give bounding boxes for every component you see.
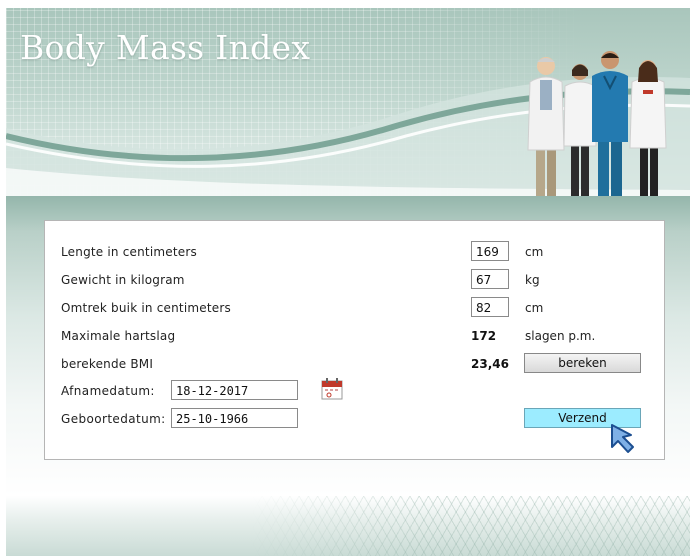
afnamedatum-input[interactable]: 18-12-2017 xyxy=(171,380,298,400)
gewicht-input[interactable]: 67 xyxy=(471,269,509,289)
lengte-label: Lengte in centimeters xyxy=(61,245,197,259)
afnamedatum-label: Afnamedatum: xyxy=(61,384,155,398)
hartslag-label: Maximale hartslag xyxy=(61,329,176,343)
arrow-cursor-icon xyxy=(611,424,634,453)
bmi-label: berekende BMI xyxy=(61,357,154,371)
doctors-illustration xyxy=(527,51,667,200)
header-banner: Body Mass Index xyxy=(6,8,690,200)
footer-mesh-pattern xyxy=(250,496,690,556)
hartslag-value: 172 xyxy=(471,329,497,343)
buikomtrek-label: Omtrek buik in centimeters xyxy=(61,301,231,315)
geboortedatum-label: Geboortedatum: xyxy=(61,412,166,426)
buikomtrek-input[interactable]: 82 xyxy=(471,297,509,317)
geboortedatum-input[interactable]: 25-10-1966 xyxy=(171,408,298,428)
buikomtrek-unit: cm xyxy=(525,301,544,315)
lengte-input[interactable]: 169 xyxy=(471,241,509,261)
footer-band xyxy=(6,496,690,556)
gewicht-unit: kg xyxy=(525,273,540,287)
bmi-form-panel: Lengte in centimeters 169 cm Gewicht in … xyxy=(44,220,665,460)
hartslag-unit: slagen p.m. xyxy=(525,329,596,343)
gewicht-label: Gewicht in kilogram xyxy=(61,273,185,287)
lengte-unit: cm xyxy=(525,245,544,259)
page-title: Body Mass Index xyxy=(20,28,311,67)
bereken-button[interactable]: bereken xyxy=(524,353,641,373)
page: Body Mass Index Lengte in centimeters 16… xyxy=(6,8,690,556)
bmi-value: 23,46 xyxy=(471,357,509,371)
calendar-icon[interactable] xyxy=(321,378,343,400)
